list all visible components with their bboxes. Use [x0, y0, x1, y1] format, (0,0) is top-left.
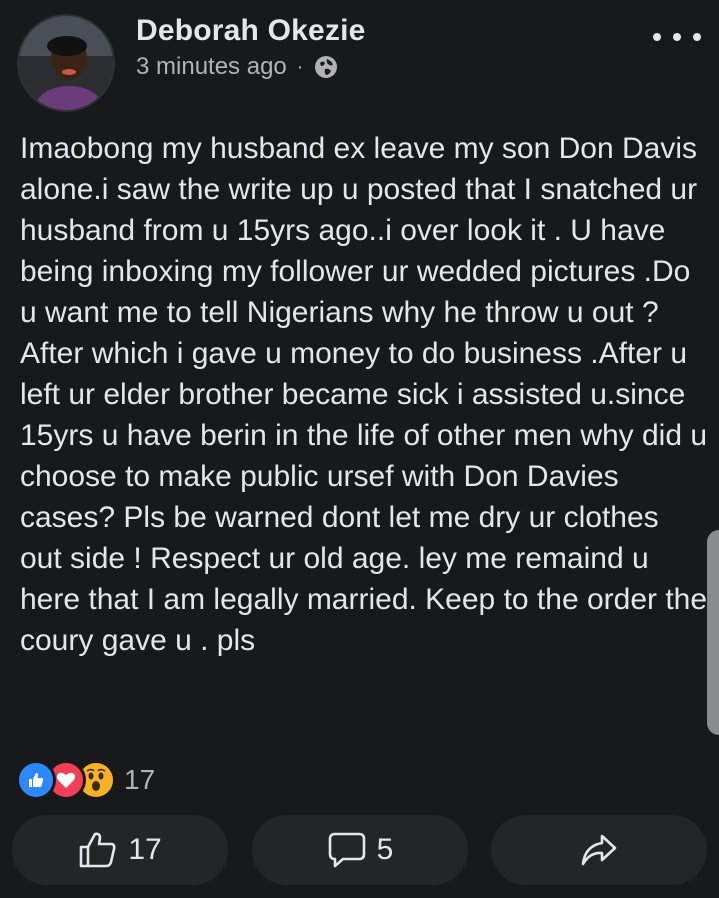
more-dot-icon — [693, 33, 701, 41]
avatar-photo — [19, 16, 113, 110]
like-reaction-icon — [16, 760, 56, 800]
post-body-text: Imaobong my husband ex leave my son Don … — [20, 132, 708, 657]
author-name[interactable]: Deborah Okezie — [136, 14, 366, 48]
meta-separator: · — [296, 55, 304, 78]
more-options-button[interactable] — [653, 27, 701, 47]
globe-icon[interactable] — [313, 54, 339, 80]
thumbs-up-icon — [80, 832, 116, 868]
comment-count: 5 — [376, 833, 394, 866]
post-actions: 17 5 — [12, 815, 707, 885]
share-icon — [581, 834, 617, 866]
like-button[interactable]: 17 — [12, 815, 228, 885]
comment-button[interactable]: 5 — [252, 815, 468, 885]
share-button[interactable] — [491, 815, 707, 885]
scroll-handle[interactable] — [707, 530, 719, 735]
more-dot-icon — [653, 33, 661, 41]
reactions-summary[interactable]: 17 — [16, 760, 155, 800]
reaction-count: 17 — [124, 764, 156, 795]
post-card: Deborah Okezie 3 minutes ago · Imaobong … — [0, 0, 719, 898]
comment-icon — [328, 832, 365, 868]
post-meta: 3 minutes ago · — [136, 53, 339, 81]
more-dot-icon — [673, 33, 681, 41]
post-timestamp[interactable]: 3 minutes ago — [136, 53, 287, 81]
like-count: 17 — [128, 833, 162, 866]
author-avatar[interactable] — [17, 14, 115, 112]
